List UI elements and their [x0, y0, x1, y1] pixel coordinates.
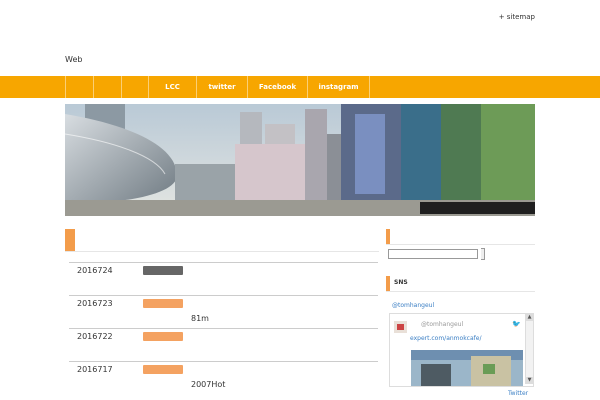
tweet-link[interactable]: expert.com/anmokcafe/ — [410, 335, 481, 342]
nav-item-2[interactable] — [93, 76, 121, 98]
sitemap-link[interactable]: + sitemap — [499, 13, 535, 21]
news-date: 2016722 — [77, 332, 113, 341]
news-date: 2016723 — [77, 299, 113, 308]
avatar[interactable] — [394, 321, 407, 333]
scroll-down-icon[interactable]: ▼ — [526, 377, 533, 384]
twitter-footer-link[interactable]: Twitter — [508, 390, 528, 397]
section-accent-bar — [65, 229, 75, 251]
nav-item-facebook[interactable]: Facebook — [247, 76, 307, 98]
nav-item-instagram[interactable]: instagram — [307, 76, 370, 98]
hero-banner-image — [65, 104, 535, 216]
news-row[interactable]: 2016717 2007Hot — [69, 361, 378, 395]
news-row[interactable]: 2016723 81m — [69, 295, 378, 329]
twitter-timeline-widget[interactable]: @tomhangeul 🐦 expert.com/anmokcafe/ — [389, 313, 534, 387]
sidebar-accent-bar — [386, 276, 390, 291]
site-title[interactable]: Web — [65, 55, 82, 64]
news-date: 2016717 — [77, 365, 113, 374]
nav-item-twitter[interactable]: twitter — [196, 76, 247, 98]
nav-item-3[interactable] — [121, 76, 148, 98]
sidebar-search-header — [386, 229, 535, 245]
news-category-tag[interactable] — [143, 299, 183, 308]
twitter-handle-link[interactable]: @tomhangeul — [392, 302, 434, 309]
search-input[interactable] — [388, 249, 478, 259]
nav-item-lcc[interactable]: LCC — [148, 76, 196, 98]
news-title[interactable]: 81m — [191, 314, 209, 323]
news-row[interactable]: 2016722 — [69, 328, 378, 362]
sns-section-header: SNS — [386, 276, 535, 292]
news-category-tag[interactable] — [143, 266, 183, 275]
search-button[interactable] — [481, 248, 485, 260]
tweet-username[interactable]: @tomhangeul — [421, 321, 463, 328]
news-category-tag[interactable] — [143, 365, 183, 374]
news-category-tag[interactable] — [143, 332, 183, 341]
main-nav: LCC twitter Facebook instagram — [0, 76, 600, 98]
scroll-up-icon[interactable]: ▲ — [526, 314, 533, 321]
twitter-scrollbar[interactable]: ▲ ▼ — [525, 314, 533, 384]
news-title[interactable]: 2007Hot — [191, 380, 225, 389]
news-row[interactable]: 2016724 — [69, 262, 378, 296]
news-section-header — [65, 229, 379, 252]
nav-item-1[interactable] — [65, 76, 93, 98]
twitter-bird-icon: 🐦 — [512, 320, 521, 328]
sidebar-accent-bar — [386, 229, 390, 244]
news-date: 2016724 — [77, 266, 113, 275]
tweet-image[interactable] — [411, 350, 523, 386]
sns-title: SNS — [394, 279, 408, 286]
